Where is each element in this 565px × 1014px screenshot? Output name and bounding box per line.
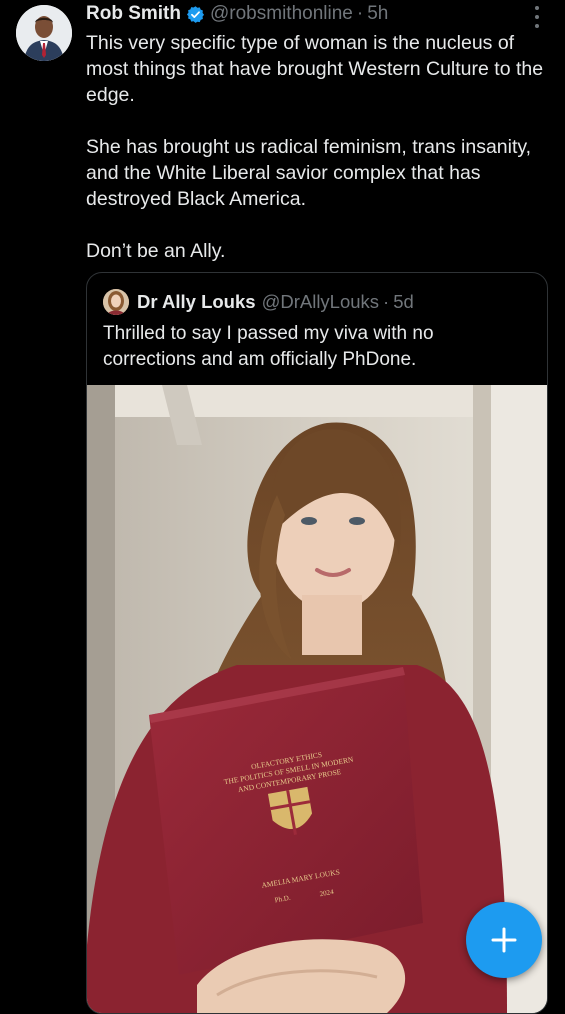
author-name[interactable]: Rob Smith [86, 3, 181, 25]
quoted-tweet[interactable]: Dr Ally Louks @DrAllyLouks · 5d Thrilled… [86, 272, 548, 1014]
quoted-author-avatar[interactable] [103, 289, 129, 315]
tweet-paragraph: She has brought us radical feminism, tra… [86, 136, 532, 210]
separator-dot: · [356, 3, 364, 24]
tweet-text: This very specific type of woman is the … [86, 30, 551, 290]
quoted-author-handle[interactable]: @DrAllyLouks [262, 291, 379, 313]
tweet-header: Rob Smith @robsmithonline · 5h [86, 2, 525, 26]
tweet-paragraph: Don’t be an Ally. [86, 240, 226, 262]
quoted-tweet-text: Thrilled to say I passed my viva with no… [103, 323, 434, 370]
quoted-timestamp[interactable]: 5d [393, 291, 414, 313]
author-handle[interactable]: @robsmithonline [210, 3, 353, 25]
quoted-author-name[interactable]: Dr Ally Louks [137, 291, 256, 313]
tweet-timestamp[interactable]: 5h [367, 3, 388, 25]
verified-badge-icon [186, 5, 205, 24]
quoted-tweet-header: Dr Ally Louks @DrAllyLouks · 5d [103, 289, 414, 315]
more-options-icon[interactable] [527, 6, 547, 28]
tweet-paragraph: This very specific type of woman is the … [86, 32, 544, 106]
compose-plus-icon [491, 927, 517, 953]
tweet[interactable]: Rob Smith @robsmithonline · 5h This very… [0, 0, 565, 1014]
separator-dot: · [383, 291, 390, 312]
author-avatar[interactable] [16, 5, 72, 61]
compose-button[interactable] [466, 902, 542, 978]
